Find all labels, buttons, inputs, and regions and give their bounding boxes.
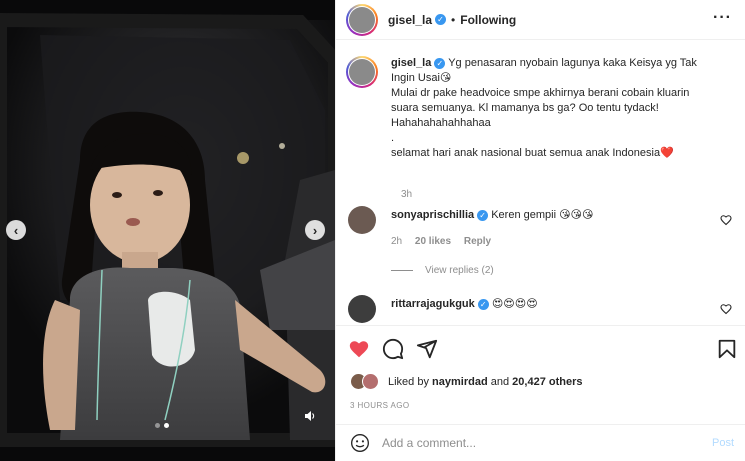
liked-by-and: and <box>490 376 510 388</box>
reply-button[interactable]: Reply <box>464 236 491 247</box>
header-username[interactable]: gisel_la <box>388 13 432 27</box>
verified-badge-icon: ✓ <box>435 14 447 25</box>
liker-avatars <box>350 373 382 391</box>
comment-avatar[interactable] <box>348 206 376 234</box>
comment-text: rittarrajagukguk ✓ 😍😍😍😍 <box>391 297 538 311</box>
bookmark-icon[interactable] <box>716 338 738 360</box>
caption-line-4: selamat hari anak nasional buat semua an… <box>391 147 674 159</box>
instagram-post-modal: ‹ › gisel_la ✓ • Following ··· gisel_la … <box>0 0 745 461</box>
post-media[interactable]: ‹ › <box>0 0 335 461</box>
header-separator: • <box>451 12 456 27</box>
post-side-panel: gisel_la ✓ • Following ··· gisel_la ✓ Yg … <box>335 0 745 461</box>
share-send-icon[interactable] <box>416 338 438 360</box>
comment-body: Keren gempii 😘😘😘 <box>491 209 594 221</box>
chevron-right-icon: › <box>312 222 318 238</box>
more-options-icon[interactable]: ··· <box>713 10 732 26</box>
caption-avatar[interactable] <box>346 56 378 88</box>
liked-by-others[interactable]: 20,427 others <box>512 376 582 388</box>
post-actions: Liked by naymirdad and 20,427 others 3 H… <box>336 325 745 415</box>
comment-likes[interactable]: 20 likes <box>415 236 451 247</box>
following-button[interactable]: Following <box>460 13 516 27</box>
post-timestamp[interactable]: 3 HOURS AGO <box>350 401 410 410</box>
carousel-prev-button[interactable]: ‹ <box>6 220 26 240</box>
comment-username[interactable]: rittarrajagukguk <box>391 298 475 310</box>
heart-outline-icon[interactable] <box>720 214 732 226</box>
comment-input[interactable] <box>382 436 692 450</box>
sound-toggle-button[interactable] <box>302 408 318 424</box>
heart-filled-icon[interactable] <box>348 338 370 360</box>
comment-body: 😍😍😍😍 <box>491 298 538 310</box>
caption-line-2: Mulai dr pake headvoice smpe akhirnya be… <box>391 87 690 129</box>
video-frame-image <box>0 0 335 461</box>
comment-username[interactable]: sonyaprischillia <box>391 209 474 221</box>
view-replies-label[interactable]: View replies (2) <box>425 265 494 276</box>
add-comment-bar: Post <box>336 424 745 461</box>
verified-badge-icon: ✓ <box>477 209 489 221</box>
comment-meta: 2h 20 likes Reply <box>391 236 501 247</box>
caption-username[interactable]: gisel_la <box>391 57 431 69</box>
likes-summary: Liked by naymirdad and 20,427 others <box>350 373 583 391</box>
liker-avatar[interactable] <box>362 373 379 390</box>
chevron-left-icon: ‹ <box>13 222 19 238</box>
comment-bubble-icon[interactable] <box>382 338 404 360</box>
emoji-icon[interactable] <box>350 433 370 453</box>
replies-divider <box>391 270 413 271</box>
verified-badge-icon: ✓ <box>434 57 446 69</box>
speaker-icon <box>305 411 315 421</box>
carousel-dot <box>155 423 160 428</box>
comment-time[interactable]: 2h <box>391 236 402 247</box>
verified-badge-icon: ✓ <box>477 298 489 310</box>
comment-text: sonyaprischillia ✓ Keren gempii 😘😘😘 <box>391 208 594 222</box>
caption-time[interactable]: 3h <box>401 189 412 200</box>
caption-line-3: . <box>391 132 395 144</box>
post-comment-button[interactable]: Post <box>712 437 734 449</box>
carousel-dots <box>155 423 169 428</box>
liked-by-prefix: Liked by <box>388 376 429 388</box>
comments-list[interactable]: gisel_la ✓ Yg penasaran nyobain lagunya k… <box>336 41 745 323</box>
caption-text: gisel_la ✓ Yg penasaran nyobain lagunya k… <box>391 56 701 161</box>
post-header: gisel_la ✓ • Following ··· <box>336 0 745 40</box>
header-avatar[interactable] <box>346 3 378 36</box>
view-replies-button[interactable]: View replies (2) <box>391 265 494 276</box>
liked-by-user[interactable]: naymirdad <box>432 376 488 388</box>
carousel-next-button[interactable]: › <box>305 220 325 240</box>
carousel-dot-active <box>164 423 169 428</box>
comment-avatar[interactable] <box>348 295 376 323</box>
heart-outline-icon[interactable] <box>720 303 732 315</box>
